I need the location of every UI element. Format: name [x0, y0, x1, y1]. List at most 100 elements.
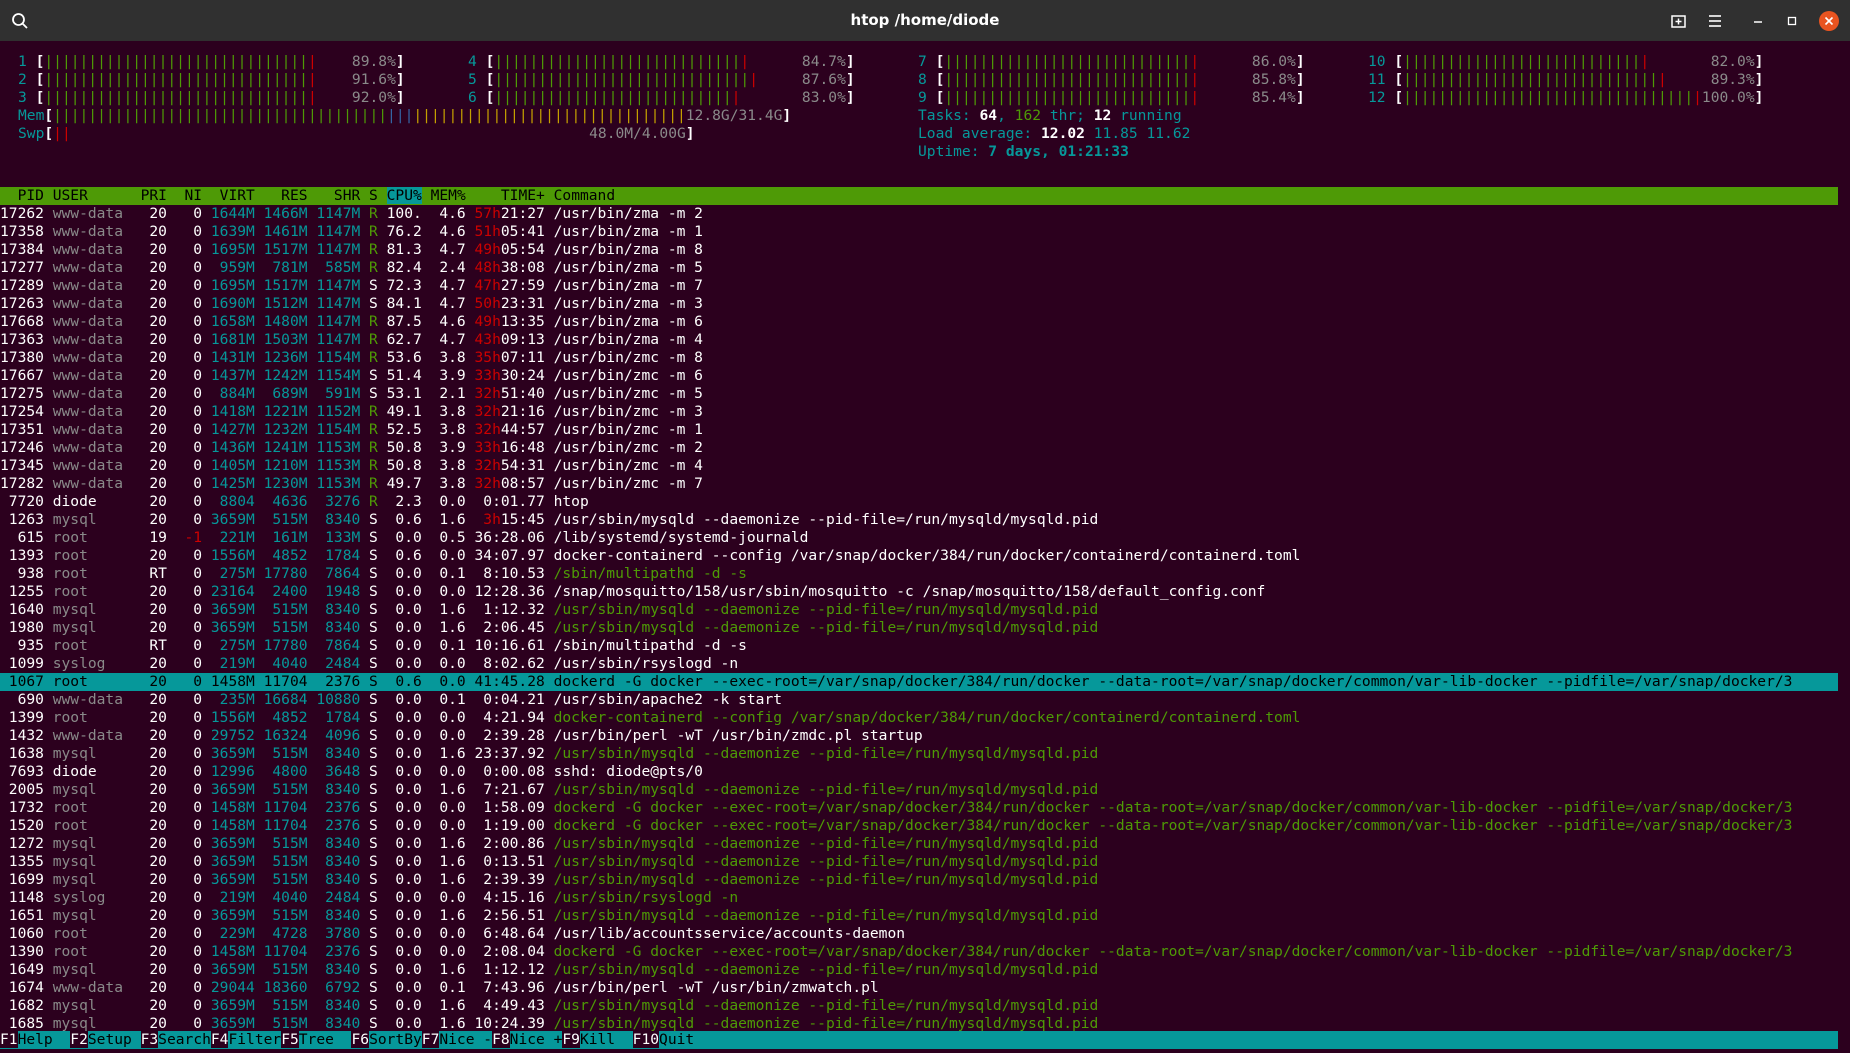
- process-row[interactable]: 17246 www-data 20 0 1436M 1241M 1153M R …: [0, 439, 1838, 457]
- process-state: S: [360, 835, 378, 852]
- process-shr: 2376: [307, 943, 361, 960]
- process-user: mysql: [52, 997, 141, 1014]
- function-key-bar[interactable]: F1Help F2Setup F3SearchF4FilterF5Tree F6…: [0, 1031, 1838, 1049]
- process-row[interactable]: 1651 mysql 20 0 3659M 515M 8340 S 0.0 1.…: [0, 907, 1838, 925]
- process-row[interactable]: 1399 root 20 0 1556M 4852 1784 S 0.0 0.0…: [0, 709, 1838, 727]
- column-header-mem[interactable]: MEM%: [431, 187, 466, 204]
- fkey-label-kill[interactable]: Kill: [580, 1031, 633, 1048]
- process-row[interactable]: 1355 mysql 20 0 3659M 515M 8340 S 0.0 1.…: [0, 853, 1838, 871]
- fkey-f4[interactable]: F4: [210, 1031, 229, 1048]
- fkey-f10[interactable]: F10: [632, 1031, 660, 1048]
- process-table-header[interactable]: PID USER PRI NI VIRT RES SHR S CPU% MEM%…: [0, 187, 1838, 205]
- hamburger-menu-icon[interactable]: [1702, 8, 1728, 34]
- process-row[interactable]: 17282 www-data 20 0 1425M 1230M 1153M R …: [0, 475, 1838, 493]
- process-row[interactable]: 938 root RT 0 275M 17780 7864 S 0.0 0.1 …: [0, 565, 1838, 583]
- process-row[interactable]: 1148 syslog 20 0 219M 4040 2484 S 0.0 0.…: [0, 889, 1838, 907]
- process-time: 1:12.12: [465, 961, 554, 978]
- process-row[interactable]: 17358 www-data 20 0 1639M 1461M 1147M R …: [0, 223, 1838, 241]
- process-row[interactable]: 17345 www-data 20 0 1405M 1210M 1153M R …: [0, 457, 1838, 475]
- fkey-label-search[interactable]: Search: [158, 1031, 211, 1048]
- fkey-f7[interactable]: F7: [421, 1031, 440, 1048]
- process-row[interactable]: 1520 root 20 0 1458M 11704 2376 S 0.0 0.…: [0, 817, 1838, 835]
- fkey-f3[interactable]: F3: [140, 1031, 159, 1048]
- process-row[interactable]: 17363 www-data 20 0 1681M 1503M 1147M R …: [0, 331, 1838, 349]
- load-average-label: Load average:: [918, 125, 1042, 142]
- process-row[interactable]: 1682 mysql 20 0 3659M 515M 8340 S 0.0 1.…: [0, 997, 1838, 1015]
- fkey-f6[interactable]: F6: [351, 1031, 370, 1048]
- sort-column-indicator[interactable]: CPU%: [386, 187, 422, 204]
- fkey-label-quit[interactable]: Quit: [659, 1031, 694, 1048]
- fkey-label-niceminus[interactable]: Nice -: [439, 1031, 492, 1048]
- column-header-ni[interactable]: NI: [167, 187, 203, 204]
- process-row[interactable]: 17380 www-data 20 0 1431M 1236M 1154M R …: [0, 349, 1838, 367]
- process-row-selected[interactable]: 1067 root 20 0 1458M 11704 2376 S 0.6 0.…: [0, 673, 1838, 691]
- process-state: S: [360, 583, 378, 600]
- fkey-f8[interactable]: F8: [492, 1031, 510, 1048]
- minimize-icon[interactable]: [1745, 8, 1771, 34]
- terminal-scrollbar[interactable]: [1838, 241, 1850, 1053]
- process-row[interactable]: 1732 root 20 0 1458M 11704 2376 S 0.0 0.…: [0, 799, 1838, 817]
- process-pid: 2005: [0, 781, 53, 798]
- process-row[interactable]: 7720 diode 20 0 8804 4636 3276 R 2.3 0.0…: [0, 493, 1838, 511]
- process-row[interactable]: 7693 diode 20 0 12996 4800 3648 S 0.0 0.…: [0, 763, 1838, 781]
- process-row[interactable]: 1638 mysql 20 0 3659M 515M 8340 S 0.0 1.…: [0, 745, 1838, 763]
- column-header-pri[interactable]: PRI: [141, 187, 167, 204]
- process-row[interactable]: 17262 www-data 20 0 1644M 1466M 1147M R …: [0, 205, 1838, 223]
- process-row[interactable]: 17667 www-data 20 0 1437M 1242M 1154M S …: [0, 367, 1838, 385]
- column-header-command[interactable]: Command: [554, 187, 1838, 204]
- process-mem-percent: 0.1: [430, 565, 466, 582]
- process-res: 11704: [254, 673, 308, 690]
- process-row[interactable]: 17289 www-data 20 0 1695M 1517M 1147M S …: [0, 277, 1838, 295]
- process-row[interactable]: 935 root RT 0 275M 17780 7864 S 0.0 0.1 …: [0, 637, 1838, 655]
- close-icon[interactable]: [1816, 8, 1842, 34]
- process-row[interactable]: 17254 www-data 20 0 1418M 1221M 1152M R …: [0, 403, 1838, 421]
- fkey-f5[interactable]: F5: [281, 1031, 299, 1048]
- process-row[interactable]: 1640 mysql 20 0 3659M 515M 8340 S 0.0 1.…: [0, 601, 1838, 619]
- process-row[interactable]: 17668 www-data 20 0 1658M 1480M 1147M R …: [0, 313, 1838, 331]
- fkey-label-niceplus[interactable]: Nice +: [510, 1031, 563, 1048]
- process-row[interactable]: 17384 www-data 20 0 1695M 1517M 1147M R …: [0, 241, 1838, 259]
- column-header-virt[interactable]: VIRT: [202, 187, 255, 204]
- fkey-label-tree[interactable]: Tree: [299, 1031, 352, 1048]
- process-row[interactable]: 1980 mysql 20 0 3659M 515M 8340 S 0.0 1.…: [0, 619, 1838, 637]
- process-row[interactable]: 1272 mysql 20 0 3659M 515M 8340 S 0.0 1.…: [0, 835, 1838, 853]
- process-res: 1210M: [254, 457, 308, 474]
- column-header-time[interactable]: TIME+: [466, 187, 554, 204]
- process-row[interactable]: 1674 www-data 20 0 29044 18360 6792 S 0.…: [0, 979, 1838, 997]
- process-row[interactable]: 2005 mysql 20 0 3659M 515M 8340 S 0.0 1.…: [0, 781, 1838, 799]
- column-header-res[interactable]: RES: [255, 187, 307, 204]
- process-row[interactable]: 1099 syslog 20 0 219M 4040 2484 S 0.0 0.…: [0, 655, 1838, 673]
- terminal-area[interactable]: 1 [||||||||||||||||||||||||||||||| 89.8%…: [0, 41, 1850, 1053]
- fkey-label-help[interactable]: Help: [18, 1031, 71, 1048]
- process-row[interactable]: 1263 mysql 20 0 3659M 515M 8340 S 0.6 1.…: [0, 511, 1838, 529]
- maximize-icon[interactable]: [1779, 8, 1805, 34]
- column-header-s[interactable]: S: [360, 187, 378, 204]
- process-row[interactable]: 1393 root 20 0 1556M 4852 1784 S 0.6 0.0…: [0, 547, 1838, 565]
- fkey-label-sortby[interactable]: SortBy: [369, 1031, 422, 1048]
- process-row[interactable]: 1390 root 20 0 1458M 11704 2376 S 0.0 0.…: [0, 943, 1838, 961]
- new-tab-icon[interactable]: [1666, 8, 1692, 34]
- fkey-f1[interactable]: F1: [0, 1031, 18, 1048]
- process-row[interactable]: 690 www-data 20 0 235M 16684 10880 S 0.0…: [0, 691, 1838, 709]
- fkey-f9[interactable]: F9: [562, 1031, 580, 1048]
- process-pid: 17667: [0, 367, 53, 384]
- column-header-cpu[interactable]: CPU%: [378, 187, 431, 204]
- fkey-f2[interactable]: F2: [70, 1031, 88, 1048]
- process-row[interactable]: 1699 mysql 20 0 3659M 515M 8340 S 0.0 1.…: [0, 871, 1838, 889]
- process-row[interactable]: 615 root 19 -1 221M 161M 133M S 0.0 0.5 …: [0, 529, 1838, 547]
- process-row[interactable]: 17275 www-data 20 0 884M 689M 591M S 53.…: [0, 385, 1838, 403]
- column-header-pid[interactable]: PID: [0, 187, 53, 204]
- process-row[interactable]: 17277 www-data 20 0 959M 781M 585M R 82.…: [0, 259, 1838, 277]
- process-time: 4:21.94: [465, 709, 554, 726]
- column-header-user[interactable]: USER: [53, 187, 141, 204]
- column-header-shr[interactable]: SHR: [308, 187, 360, 204]
- fkey-label-setup[interactable]: Setup: [88, 1031, 141, 1048]
- process-row[interactable]: 1255 root 20 0 23164 2400 1948 S 0.0 0.0…: [0, 583, 1838, 601]
- process-row[interactable]: 17351 www-data 20 0 1427M 1232M 1154M R …: [0, 421, 1838, 439]
- process-cpu-percent: 0.0: [377, 835, 431, 852]
- process-row[interactable]: 1432 www-data 20 0 29752 16324 4096 S 0.…: [0, 727, 1838, 745]
- fkey-label-filter[interactable]: Filter: [228, 1031, 281, 1048]
- process-row[interactable]: 17263 www-data 20 0 1690M 1512M 1147M S …: [0, 295, 1838, 313]
- process-row[interactable]: 1649 mysql 20 0 3659M 515M 8340 S 0.0 1.…: [0, 961, 1838, 979]
- process-row[interactable]: 1060 root 20 0 229M 4728 3780 S 0.0 0.0 …: [0, 925, 1838, 943]
